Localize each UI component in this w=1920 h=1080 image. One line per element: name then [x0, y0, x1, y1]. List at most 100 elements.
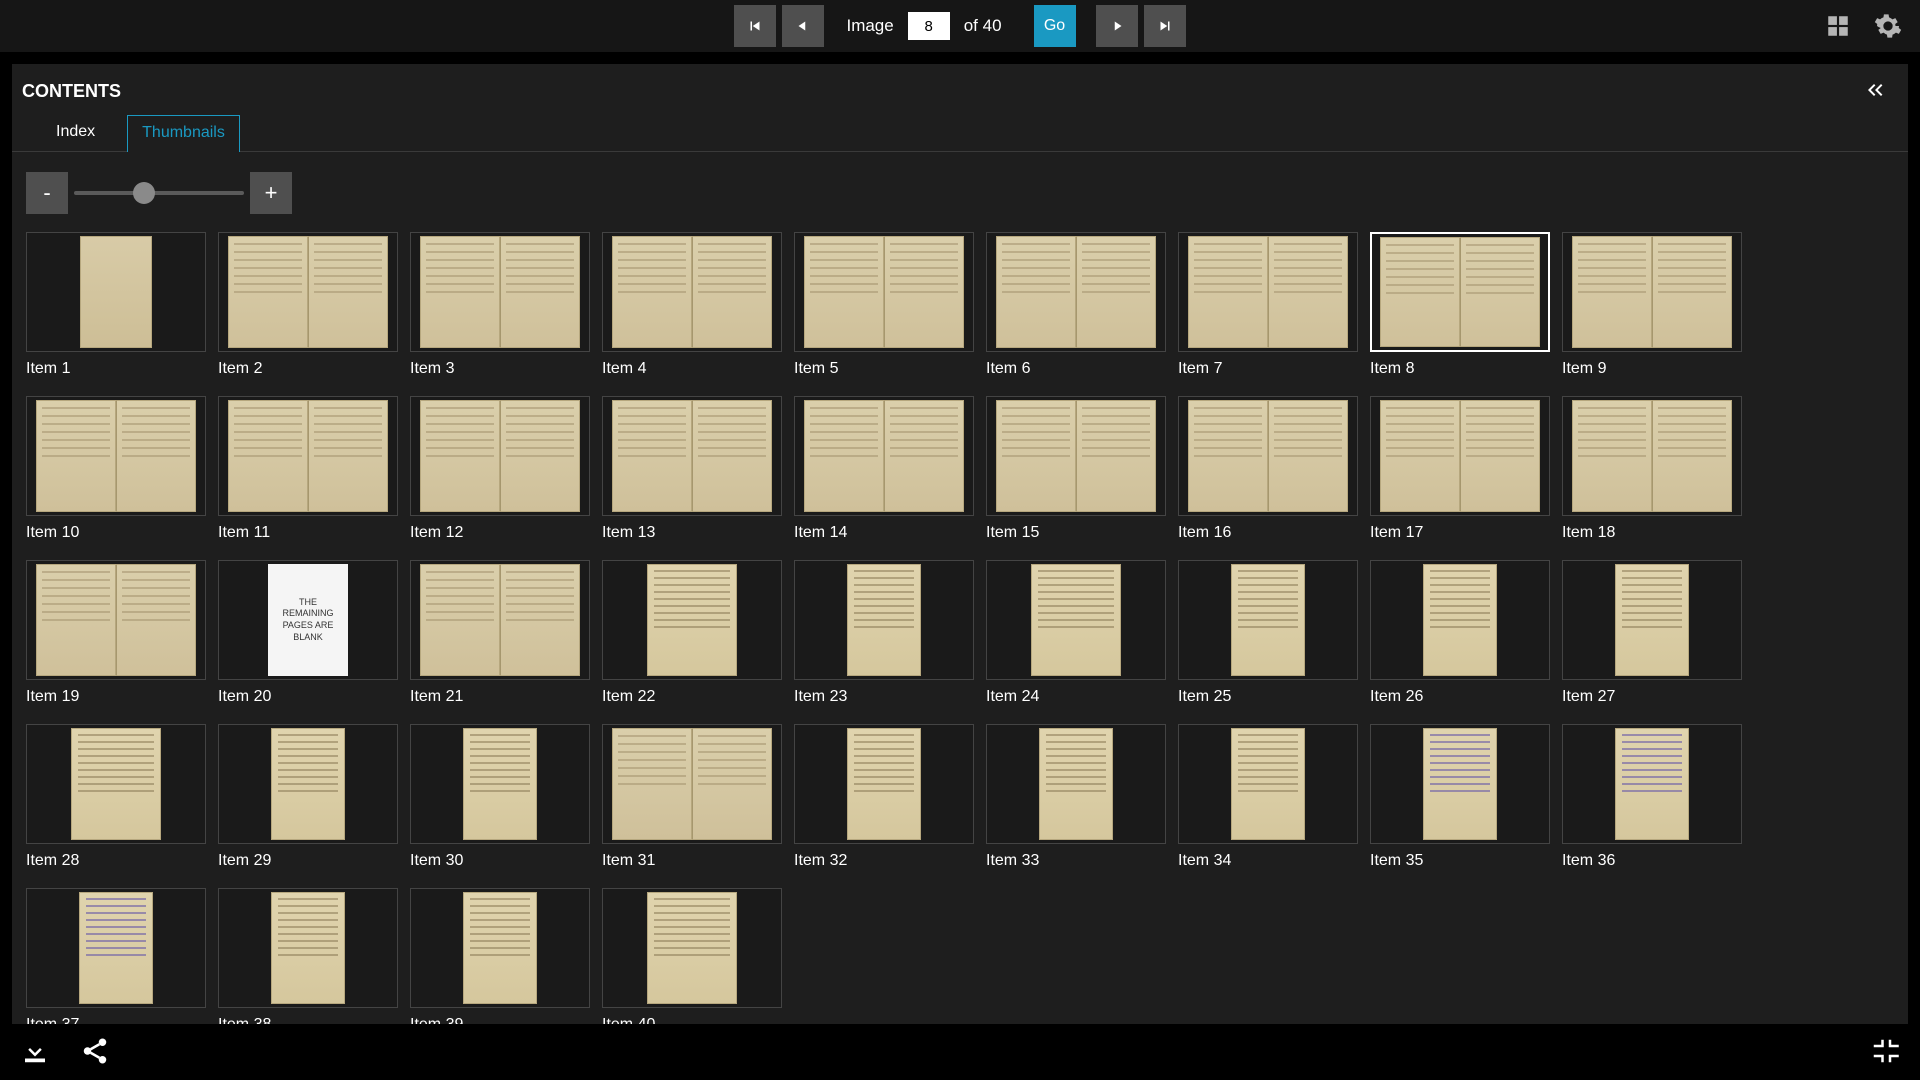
thumbnail-label: Item 25: [1178, 688, 1370, 706]
go-button[interactable]: Go: [1034, 5, 1076, 47]
contents-title: CONTENTS: [22, 81, 121, 102]
thumbnail-item: Item 6: [986, 232, 1178, 378]
thumbnail-item: Item 35: [1370, 724, 1562, 870]
prev-page-button[interactable]: [782, 5, 824, 47]
thumbnail-label: Item 2: [218, 360, 410, 378]
thumbnail-box[interactable]: [602, 232, 782, 352]
thumbnail-box[interactable]: [26, 560, 206, 680]
thumbnail-item: Item 31: [602, 724, 794, 870]
thumbnail-box[interactable]: [602, 888, 782, 1008]
thumbnail-box[interactable]: [794, 396, 974, 516]
thumbnail-box[interactable]: [218, 396, 398, 516]
chevron-double-left-icon: [1862, 78, 1888, 102]
thumbnail-label: Item 3: [410, 360, 602, 378]
thumbnail-item: Item 18: [1562, 396, 1754, 542]
thumbnail-box[interactable]: [1178, 560, 1358, 680]
thumbnail-item: Item 28: [26, 724, 218, 870]
thumbnail-item: Item 10: [26, 396, 218, 542]
thumbnail-box[interactable]: [1178, 396, 1358, 516]
next-icon: [1108, 17, 1126, 35]
thumbnail-box[interactable]: [26, 888, 206, 1008]
thumbnail-box[interactable]: [794, 232, 974, 352]
thumbnail-box[interactable]: [1562, 232, 1742, 352]
thumbnail-label: Item 19: [26, 688, 218, 706]
thumbnail-label: Item 28: [26, 852, 218, 870]
thumbnail-box[interactable]: [26, 396, 206, 516]
first-page-button[interactable]: [734, 5, 776, 47]
thumbnail-item: Item 9: [1562, 232, 1754, 378]
download-button[interactable]: [20, 1036, 50, 1069]
share-button[interactable]: [80, 1036, 110, 1069]
thumbnail-box[interactable]: [218, 724, 398, 844]
page-number-input[interactable]: [908, 12, 950, 40]
exit-fullscreen-button[interactable]: [1870, 1036, 1900, 1069]
thumbnail-label: Item 13: [602, 524, 794, 542]
tab-index[interactable]: Index: [42, 115, 109, 151]
thumbnail-box[interactable]: [986, 232, 1166, 352]
thumbnail-item: Item 23: [794, 560, 986, 706]
thumbnail-box[interactable]: THE REMAINING PAGES ARE BLANK: [218, 560, 398, 680]
next-page-button[interactable]: [1096, 5, 1138, 47]
thumbnail-item: Item 34: [1178, 724, 1370, 870]
thumbnail-label: Item 9: [1562, 360, 1754, 378]
thumbnail-box[interactable]: [1370, 560, 1550, 680]
tab-thumbnails[interactable]: Thumbnails: [127, 115, 240, 152]
thumbnail-item: Item 21: [410, 560, 602, 706]
contents-header: CONTENTS: [12, 64, 1908, 111]
thumbnail-box[interactable]: [602, 724, 782, 844]
thumbnail-box[interactable]: [986, 396, 1166, 516]
thumbnail-label: Item 11: [218, 524, 410, 542]
thumbnail-item: Item 30: [410, 724, 602, 870]
thumbnail-item: Item 1: [26, 232, 218, 378]
contents-panel: CONTENTS Index Thumbnails - + Item 1Item…: [12, 64, 1908, 1024]
thumbnail-item: Item 26: [1370, 560, 1562, 706]
thumbnail-item: Item 40: [602, 888, 794, 1024]
thumbnail-box[interactable]: [1370, 232, 1550, 352]
thumbnail-label: Item 27: [1562, 688, 1754, 706]
thumbnail-item: Item 33: [986, 724, 1178, 870]
thumbnail-box[interactable]: [1562, 724, 1742, 844]
zoom-out-button[interactable]: -: [26, 172, 68, 214]
thumbnail-box[interactable]: [1370, 724, 1550, 844]
thumbnail-box[interactable]: [1370, 396, 1550, 516]
thumbnail-box[interactable]: [410, 724, 590, 844]
thumbnail-item: Item 3: [410, 232, 602, 378]
thumbnail-box[interactable]: [410, 396, 590, 516]
thumbnail-item: Item 37: [26, 888, 218, 1024]
zoom-controls: - +: [12, 152, 1908, 224]
prev-icon: [794, 17, 812, 35]
thumbnail-item: Item 36: [1562, 724, 1754, 870]
thumbnail-item: Item 24: [986, 560, 1178, 706]
settings-button[interactable]: [1874, 12, 1902, 40]
thumbnail-box[interactable]: [218, 232, 398, 352]
thumbnail-box[interactable]: [218, 888, 398, 1008]
download-icon: [20, 1036, 50, 1066]
thumbnail-box[interactable]: [602, 396, 782, 516]
thumbnail-item: THE REMAINING PAGES ARE BLANKItem 20: [218, 560, 410, 706]
thumbnail-box[interactable]: [1178, 232, 1358, 352]
thumbnail-box[interactable]: [602, 560, 782, 680]
thumbnail-box[interactable]: [986, 560, 1166, 680]
thumbnails-scroll[interactable]: Item 1Item 2Item 3Item 4Item 5Item 6Item…: [12, 224, 1908, 1024]
zoom-slider[interactable]: [74, 191, 244, 195]
header-right-controls: [1824, 0, 1902, 52]
thumbnail-box[interactable]: [794, 724, 974, 844]
gallery-view-button[interactable]: [1824, 12, 1852, 40]
last-page-icon: [1156, 17, 1174, 35]
thumbnail-label: Item 1: [26, 360, 218, 378]
last-page-button[interactable]: [1144, 5, 1186, 47]
thumbnail-box[interactable]: [794, 560, 974, 680]
thumbnail-box[interactable]: [410, 560, 590, 680]
thumbnail-box[interactable]: [410, 888, 590, 1008]
thumbnail-box[interactable]: [1562, 560, 1742, 680]
zoom-in-button[interactable]: +: [250, 172, 292, 214]
thumbnail-box[interactable]: [410, 232, 590, 352]
thumbnail-box[interactable]: [1178, 724, 1358, 844]
thumbnail-label: Item 6: [986, 360, 1178, 378]
image-label: Image: [846, 16, 893, 36]
thumbnail-box[interactable]: [986, 724, 1166, 844]
thumbnail-box[interactable]: [1562, 396, 1742, 516]
thumbnail-box[interactable]: [26, 724, 206, 844]
thumbnail-box[interactable]: [26, 232, 206, 352]
collapse-panel-button[interactable]: [1862, 78, 1888, 105]
